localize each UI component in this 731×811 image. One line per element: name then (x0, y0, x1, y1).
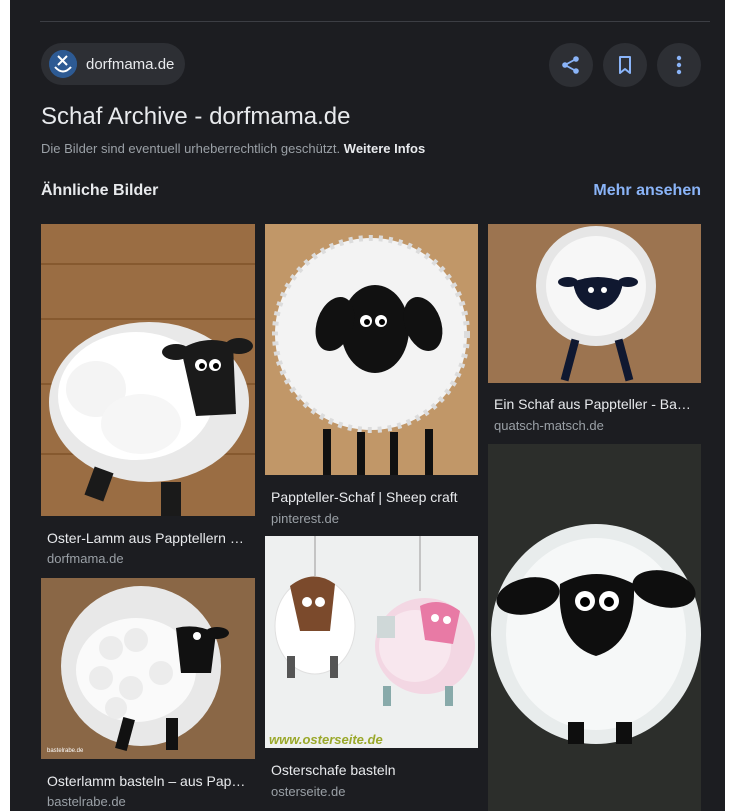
result-caption: Ein Schaf aus Pappteller - Basteln (494, 396, 695, 412)
result-card[interactable]: Pappteller-Schaf | Sheep craft pinterest… (265, 224, 478, 526)
similar-images-heading: Ähnliche Bilder (41, 182, 159, 199)
result-thumbnail (488, 444, 701, 811)
result-card[interactable]: Oster-Lamm aus Papptellern basteln dorfm… (41, 224, 255, 574)
source-chip[interactable]: dorfmama.de (41, 43, 185, 85)
result-thumbnail (265, 224, 478, 475)
result-caption: Oster-Lamm aus Papptellern basteln (47, 530, 249, 546)
result-card[interactable]: www.osterseite.de Osterschafe basteln os… (265, 536, 478, 811)
divider (40, 21, 710, 22)
copyright-text: Die Bilder sind eventuell urheberrechtli… (41, 141, 341, 156)
result-card[interactable]: bastelrabe.de Osterlamm basteln – aus Pa… (41, 578, 255, 811)
page-title[interactable]: Schaf Archive - dorfmama.de (41, 103, 350, 131)
more-vert-icon (676, 55, 682, 75)
result-source: quatsch-matsch.de (494, 418, 604, 433)
site-logo-icon (49, 50, 77, 78)
source-name: dorfmama.de (86, 55, 175, 73)
result-thumbnail (41, 224, 255, 516)
result-caption: Pappteller-Schaf | Sheep craft (271, 489, 458, 505)
bookmark-button[interactable] (603, 43, 647, 87)
result-source: pinterest.de (271, 511, 339, 526)
result-card[interactable] (488, 444, 701, 811)
more-info-link[interactable]: Weitere Infos (344, 141, 425, 156)
more-options-button[interactable] (657, 43, 701, 87)
image-watermark: bastelrabe.de (47, 748, 84, 754)
result-source: osterseite.de (271, 784, 346, 799)
bookmark-icon (619, 56, 631, 74)
result-thumbnail (488, 224, 701, 383)
result-caption: Osterlamm basteln – aus Pappteller (47, 773, 249, 789)
result-source: dorfmama.de (47, 551, 124, 566)
result-card[interactable]: Ein Schaf aus Pappteller - Basteln quats… (488, 224, 701, 436)
see-more-link[interactable]: Mehr ansehen (593, 182, 701, 200)
result-caption: Osterschafe basteln (271, 762, 396, 778)
result-source: bastelrabe.de (47, 794, 126, 809)
image-watermark: www.osterseite.de (269, 732, 383, 747)
image-viewer-panel: dorfmama.de Schaf Archive - dorfmama.de … (10, 0, 725, 811)
copyright-notice: Die Bilder sind eventuell urheberrechtli… (41, 141, 425, 156)
result-thumbnail: www.osterseite.de (265, 536, 478, 748)
share-icon (562, 56, 579, 74)
share-button[interactable] (549, 43, 593, 87)
result-thumbnail: bastelrabe.de (41, 578, 255, 759)
